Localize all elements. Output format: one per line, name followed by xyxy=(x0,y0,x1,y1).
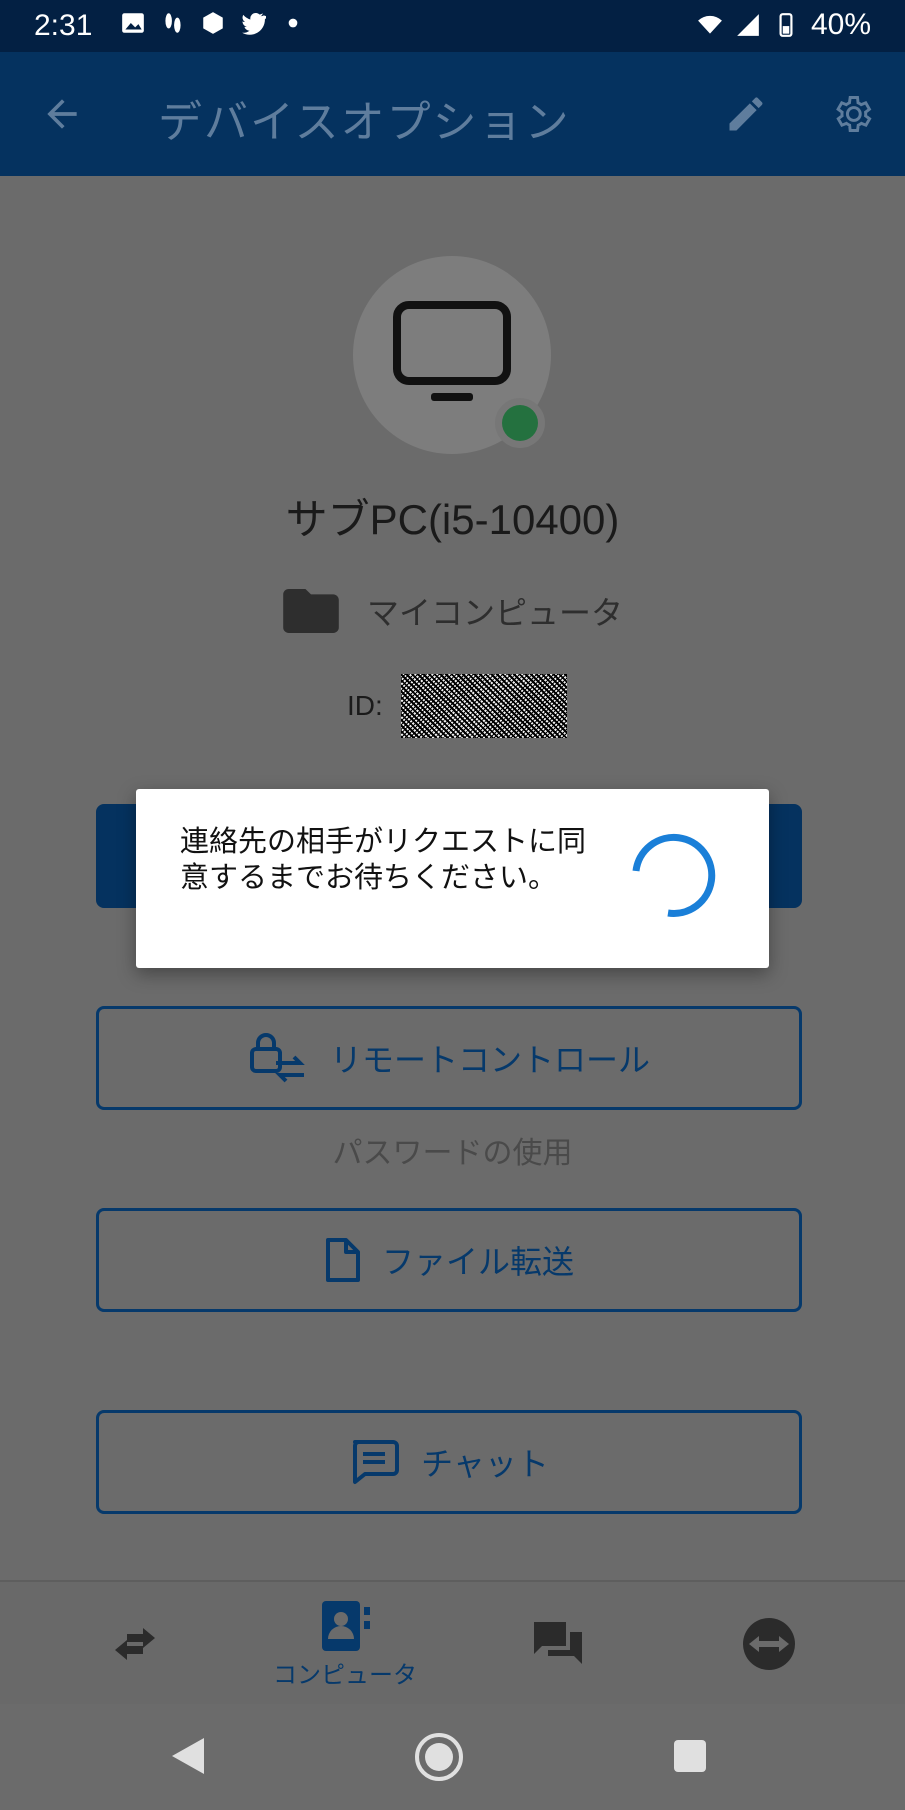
teamviewer-logo-icon xyxy=(743,1618,795,1670)
device-group-label: マイコンピュータ xyxy=(367,594,624,632)
chat-icon xyxy=(534,1622,582,1664)
status-time: 2:31 xyxy=(34,9,93,42)
file-transfer-label: ファイル転送 xyxy=(381,1243,574,1281)
swap-arrows-icon xyxy=(115,1628,155,1660)
chat-label: チャット xyxy=(421,1445,549,1483)
twitter-icon xyxy=(242,13,266,35)
device-id-redacted xyxy=(400,674,567,738)
lock-transfer-icon xyxy=(249,1033,305,1083)
remote-control-button[interactable]: リモートコントロール xyxy=(96,1006,802,1110)
nav-computers[interactable]: コンピュータ xyxy=(232,1582,458,1706)
file-icon xyxy=(325,1238,360,1282)
contacts-book-icon xyxy=(322,1600,370,1651)
image-icon xyxy=(122,13,144,33)
page-title: デバイスオプション xyxy=(158,97,571,148)
loading-spinner-icon xyxy=(632,833,716,917)
nav-remote-support[interactable] xyxy=(656,1582,882,1706)
wifi-icon xyxy=(698,15,722,34)
dialog-message: 連絡先の相手がリクエストに同意するまでお待ちください。 xyxy=(180,824,587,894)
system-status: 40% xyxy=(697,8,871,42)
battery-level: 40% xyxy=(810,8,871,41)
recents-square-icon[interactable] xyxy=(672,1738,708,1774)
nav-computers-label: コンピュータ xyxy=(273,1660,417,1689)
home-circle-icon[interactable] xyxy=(414,1732,464,1782)
device-name: サブPC(i5-10400) xyxy=(285,496,620,543)
online-status-dot xyxy=(495,398,545,448)
file-transfer-button[interactable]: ファイル転送 xyxy=(96,1208,802,1312)
nav-connect[interactable] xyxy=(22,1582,248,1706)
signal-icon xyxy=(737,14,759,36)
remote-control-label: リモートコントロール xyxy=(329,1041,650,1079)
settings-gear-icon[interactable] xyxy=(830,92,874,136)
chat-bubble-icon xyxy=(353,1440,400,1484)
device-id-label: ID: xyxy=(347,690,383,721)
bottom-navigation: コンピュータ xyxy=(0,1580,905,1706)
back-arrow-icon[interactable] xyxy=(40,92,84,136)
battery-icon xyxy=(779,13,793,37)
cube-icon xyxy=(203,12,223,34)
nav-chat[interactable] xyxy=(445,1582,671,1706)
app-bar: デバイスオプション xyxy=(0,52,905,176)
footprint-icon xyxy=(165,13,181,33)
edit-pencil-icon[interactable] xyxy=(724,92,768,136)
waiting-dialog: 連絡先の相手がリクエストに同意するまでお待ちください。 xyxy=(136,789,769,968)
system-navigation-bar xyxy=(0,1704,905,1810)
chat-button[interactable]: チャット xyxy=(96,1410,802,1514)
notification-icons xyxy=(120,10,306,36)
password-hint: パスワードの使用 xyxy=(332,1136,573,1171)
device-id-row: ID: xyxy=(347,674,567,738)
device-group: マイコンピュータ xyxy=(283,588,623,634)
dot-icon xyxy=(288,18,298,28)
monitor-icon xyxy=(393,301,511,401)
folder-icon xyxy=(283,589,339,633)
status-bar: 2:31 40% xyxy=(0,0,905,52)
back-triangle-icon[interactable] xyxy=(170,1736,206,1776)
